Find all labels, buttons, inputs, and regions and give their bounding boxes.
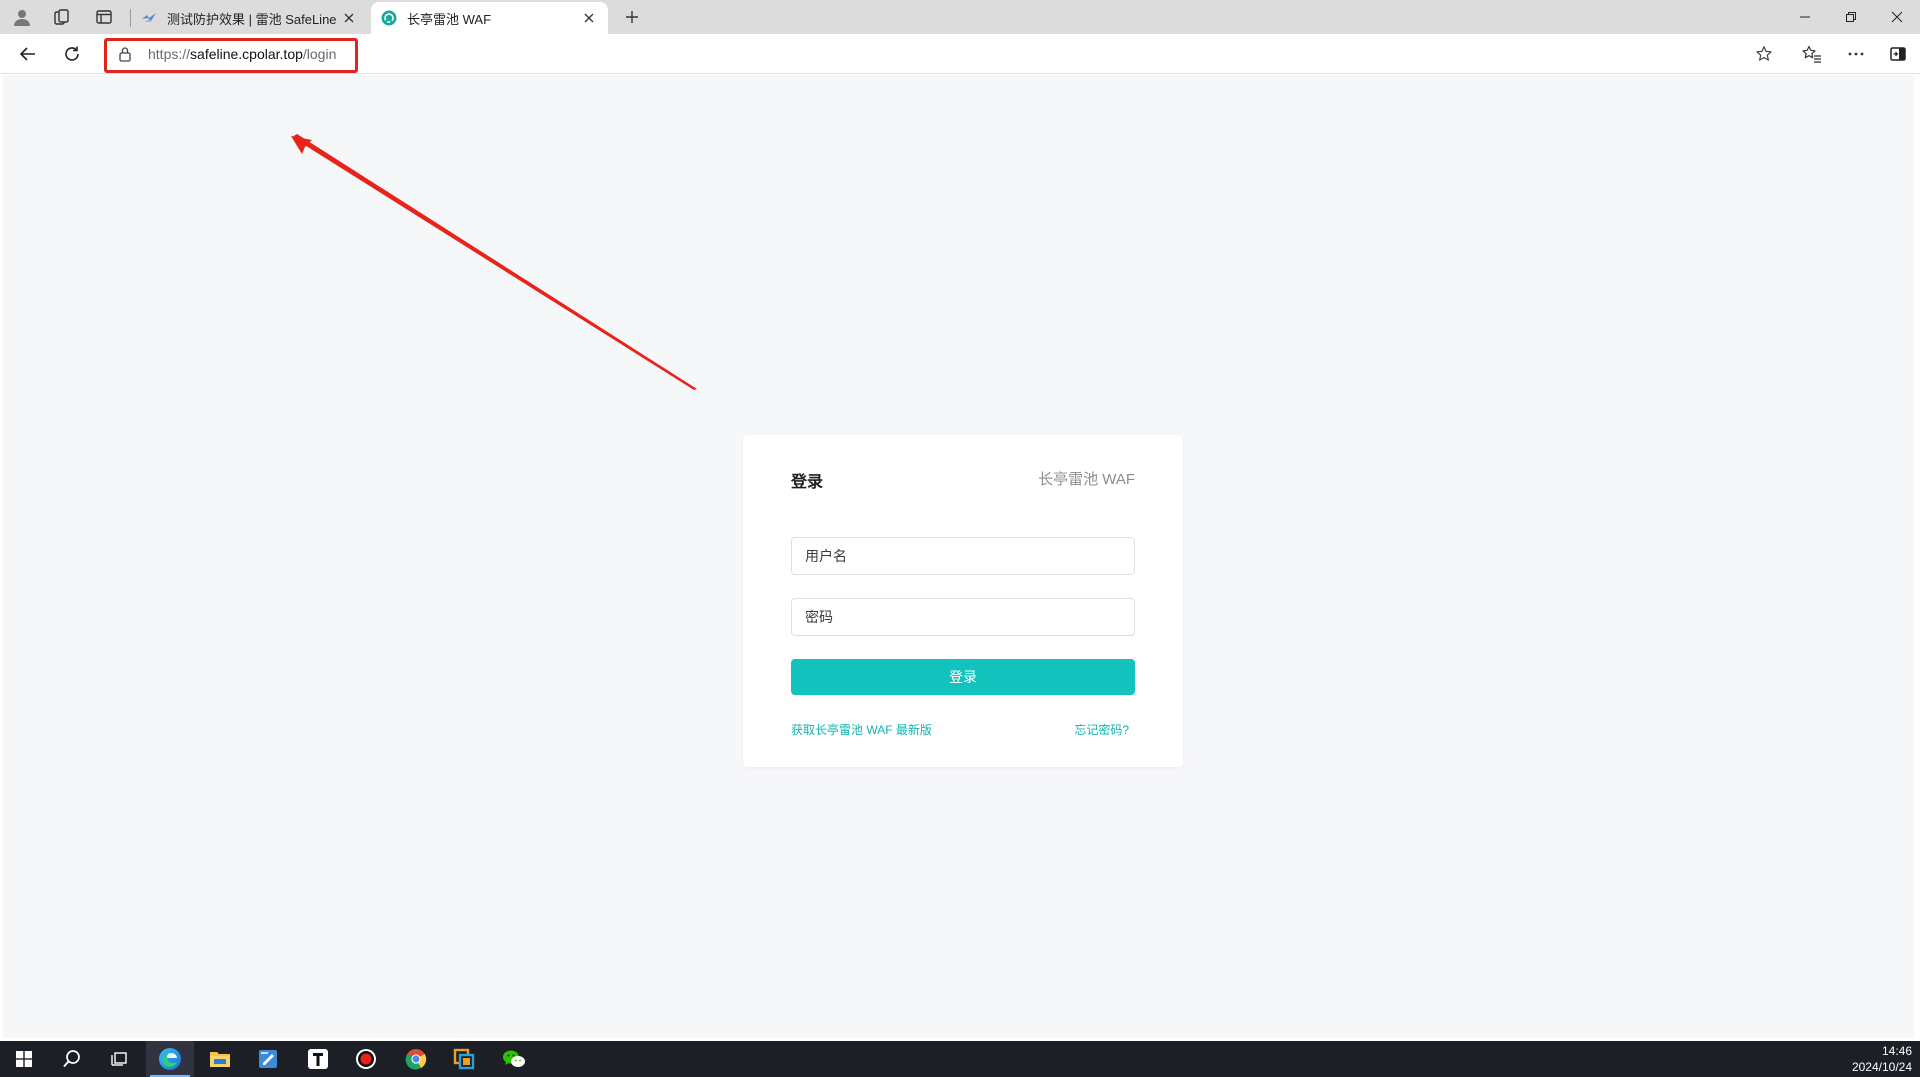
- sidebar-icon: [1890, 47, 1906, 61]
- collections-icon: [54, 9, 69, 25]
- taskbar-screen-recorder[interactable]: [342, 1041, 390, 1077]
- profile-button[interactable]: [6, 4, 38, 30]
- taskbar-notepad[interactable]: [244, 1041, 292, 1077]
- more-dots-icon: [1848, 52, 1864, 56]
- safeline-favicon-icon: [141, 10, 157, 26]
- login-card: 登录 长亭雷池 WAF 登录 获取长亭雷池 WAF 最新版 忘记密码?: [743, 435, 1183, 767]
- password-input[interactable]: [791, 598, 1135, 636]
- system-clock[interactable]: 14:46 2024/10/24: [1852, 1043, 1912, 1075]
- taskbar-search-button[interactable]: [48, 1041, 96, 1077]
- tab-title: 长亭雷池 WAF: [407, 11, 492, 27]
- task-view-button[interactable]: [96, 1041, 144, 1077]
- login-title: 登录: [791, 474, 824, 491]
- page-content: 登录 长亭雷池 WAF 登录 获取长亭雷池 WAF 最新版 忘记密码?: [3, 75, 1914, 1038]
- url-highlight-annotation: [104, 38, 358, 73]
- edge-icon: [159, 1048, 181, 1070]
- sidebar-toggle-button[interactable]: [1882, 38, 1914, 70]
- plus-icon: [626, 11, 638, 23]
- settings-more-button[interactable]: [1840, 38, 1872, 70]
- taskbar-wechat[interactable]: [490, 1041, 538, 1077]
- new-tab-button[interactable]: [616, 4, 648, 30]
- get-latest-version-link[interactable]: 获取长亭雷池 WAF 最新版: [791, 721, 932, 738]
- restore-button[interactable]: [1828, 0, 1874, 34]
- folder-icon: [210, 1052, 230, 1067]
- login-button[interactable]: 登录: [791, 659, 1135, 695]
- wechat-icon: [503, 1050, 525, 1067]
- windows-start-icon: [16, 1051, 32, 1067]
- chrome-icon: [405, 1049, 427, 1070]
- vertical-tabs-icon: [96, 10, 112, 24]
- back-arrow-icon: [19, 47, 35, 61]
- tab-safeline-test[interactable]: 测试防护效果 | 雷池 SafeLine: [131, 2, 368, 34]
- vm-icon: [453, 1048, 475, 1070]
- clock-time: 14:46: [1881, 1044, 1912, 1058]
- taskbar-virtual-machine[interactable]: [440, 1041, 488, 1077]
- minimize-button[interactable]: [1782, 0, 1828, 34]
- restore-icon: [1846, 12, 1856, 22]
- favorites-button[interactable]: [1796, 38, 1828, 70]
- record-icon: [356, 1049, 376, 1069]
- favorites-list-icon: [1802, 45, 1821, 63]
- reload-button[interactable]: [56, 38, 88, 70]
- windows-taskbar: 14:46 2024/10/24: [0, 1041, 1920, 1077]
- taskbar-typora[interactable]: [294, 1041, 342, 1077]
- back-button[interactable]: [12, 38, 44, 70]
- taskbar-chrome[interactable]: [392, 1041, 440, 1077]
- page-scrollbar[interactable]: [1914, 75, 1920, 1038]
- tab-strip: 测试防护效果 | 雷池 SafeLine 长亭雷池 WAF: [0, 0, 1920, 34]
- tab-waf-login[interactable]: 长亭雷池 WAF: [371, 2, 608, 34]
- username-input[interactable]: [791, 537, 1135, 575]
- close-icon: [1891, 11, 1903, 23]
- forgot-password-link[interactable]: 忘记密码?: [1074, 721, 1129, 738]
- brand-name: 长亭雷池 WAF: [1038, 471, 1135, 488]
- typora-icon: [308, 1049, 328, 1069]
- tab-title: 测试防护效果 | 雷池 SafeLine: [167, 11, 337, 27]
- close-tab-icon[interactable]: [340, 9, 358, 27]
- waf-favicon-icon: [381, 10, 397, 26]
- search-icon: [63, 1050, 80, 1068]
- close-window-button[interactable]: [1874, 0, 1920, 34]
- clock-date: 2024/10/24: [1851, 1060, 1912, 1074]
- close-tab-icon[interactable]: [580, 9, 598, 27]
- minimize-icon: [1800, 16, 1810, 18]
- taskbar-edge[interactable]: [146, 1041, 194, 1077]
- taskbar-file-explorer[interactable]: [196, 1041, 244, 1077]
- collections-button[interactable]: [46, 4, 78, 30]
- favorite-star-icon[interactable]: [1754, 44, 1774, 64]
- reload-icon: [65, 46, 79, 61]
- task-view-icon: [111, 1052, 127, 1066]
- profile-icon: [14, 10, 30, 26]
- tab-actions-button[interactable]: [88, 4, 120, 30]
- notepad-icon: [259, 1050, 277, 1068]
- start-button[interactable]: [0, 1041, 48, 1077]
